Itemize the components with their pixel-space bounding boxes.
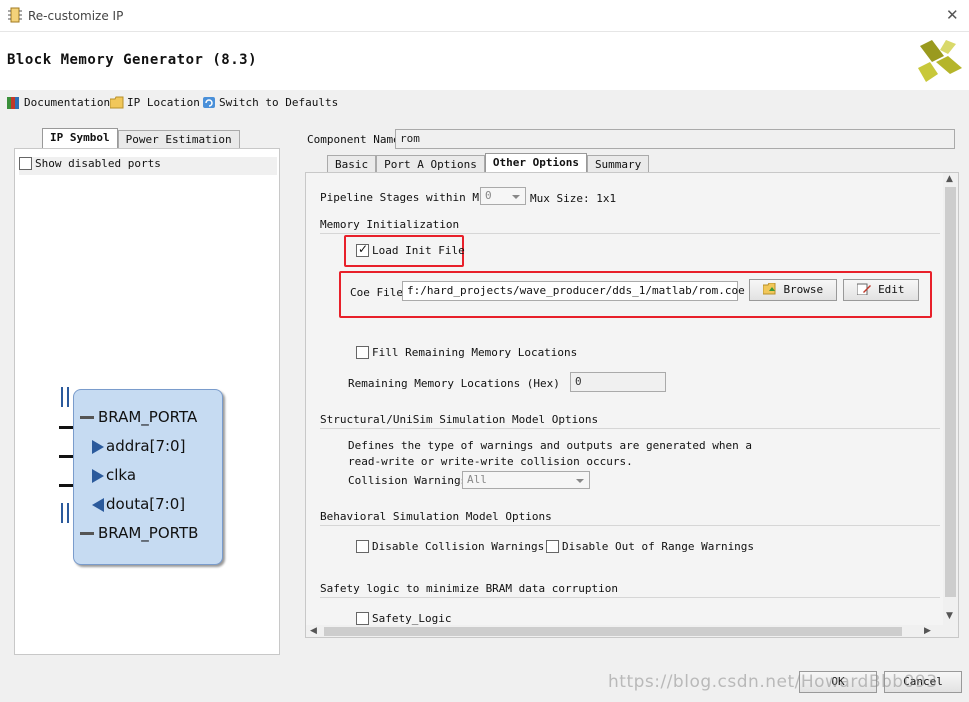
bram-symbol: BRAM_PORTA addra[7:0] clka douta[7:0] BR… bbox=[73, 389, 223, 565]
vertical-scroll-thumb[interactable] bbox=[945, 187, 956, 597]
structural-desc-line1: Defines the type of warnings and outputs… bbox=[348, 439, 752, 452]
load-init-checkbox[interactable] bbox=[356, 242, 369, 257]
options-pane: Pipeline Stages within Mux 0 Mux Size: 1… bbox=[305, 172, 959, 638]
switch-defaults-label: Switch to Defaults bbox=[219, 96, 339, 109]
refresh-icon bbox=[203, 97, 215, 108]
open-folder-icon bbox=[762, 282, 776, 295]
book-icon bbox=[7, 97, 19, 109]
horizontal-scroll-thumb[interactable] bbox=[324, 627, 902, 636]
safety-logic-checkbox[interactable] bbox=[356, 612, 369, 625]
collision-warnings-label: Collision Warnings bbox=[348, 474, 468, 487]
component-name-field[interactable]: rom bbox=[395, 129, 955, 149]
coe-file-label: Coe File bbox=[350, 286, 403, 299]
folder-icon bbox=[110, 96, 124, 109]
scroll-right-icon[interactable]: ▶ bbox=[924, 626, 931, 636]
tab-ip-symbol[interactable]: IP Symbol bbox=[42, 128, 118, 149]
pin-clka: clka bbox=[106, 466, 137, 484]
remaining-memory-field[interactable]: 0 bbox=[570, 372, 666, 392]
edit-icon bbox=[856, 283, 872, 296]
fill-remaining-checkbox[interactable] bbox=[356, 346, 369, 359]
switch-defaults-button[interactable]: Switch to Defaults bbox=[202, 96, 338, 109]
disable-oor-label: Disable Out of Range Warnings bbox=[562, 540, 755, 553]
portb-bus-marker bbox=[61, 503, 63, 523]
scroll-left-icon[interactable]: ◀ bbox=[310, 626, 317, 636]
browse-button[interactable]: Browse bbox=[749, 279, 837, 301]
ip-symbol-pane: Show disabled ports BRAM_PORTA addra[7:0… bbox=[14, 148, 280, 655]
close-icon[interactable]: ✕ bbox=[946, 6, 959, 24]
input-arrow-icon bbox=[92, 469, 104, 483]
behavioral-section: Behavioral Simulation Model Options bbox=[320, 510, 940, 526]
input-arrow-icon bbox=[92, 440, 104, 454]
header: Block Memory Generator (8.3) bbox=[0, 32, 969, 90]
scroll-down-icon[interactable]: ▼ bbox=[946, 611, 953, 621]
edit-button[interactable]: Edit bbox=[843, 279, 919, 301]
remaining-memory-label: Remaining Memory Locations (Hex) bbox=[348, 377, 560, 390]
watermark: https://blog.csdn.net/HowardBbb093 bbox=[608, 672, 938, 692]
show-disabled-label: Show disabled ports bbox=[35, 157, 161, 170]
porta-bus-marker bbox=[61, 387, 63, 407]
component-name-label: Component Name bbox=[307, 133, 400, 146]
load-init-label: Load Init File bbox=[372, 244, 465, 257]
horizontal-scrollbar[interactable]: ◀ ▶ bbox=[306, 625, 958, 637]
xilinx-logo-icon bbox=[918, 40, 962, 82]
output-arrow-icon bbox=[92, 498, 104, 512]
window-title: Re-customize IP bbox=[28, 9, 124, 23]
safety-logic-label: Safety_Logic bbox=[372, 612, 452, 625]
title-bar: Re-customize IP ✕ bbox=[0, 0, 969, 32]
ip-location-label: IP Location bbox=[127, 96, 200, 109]
ip-location-button[interactable]: IP Location bbox=[110, 96, 200, 109]
documentation-button[interactable]: Documentation bbox=[7, 96, 110, 109]
page-title: Block Memory Generator (8.3) bbox=[7, 52, 258, 68]
disable-oor-checkbox[interactable] bbox=[546, 540, 559, 553]
browse-label: Browse bbox=[783, 283, 824, 296]
documentation-label: Documentation bbox=[24, 96, 111, 109]
scroll-up-icon[interactable]: ▲ bbox=[946, 174, 953, 184]
pipeline-label: Pipeline Stages within Mux bbox=[320, 191, 493, 204]
edit-label: Edit bbox=[878, 283, 905, 296]
ip-icon bbox=[8, 7, 22, 23]
tab-other-options[interactable]: Other Options bbox=[484, 153, 587, 174]
left-panel: IP Symbol Power Estimation Show disabled… bbox=[14, 128, 280, 655]
pin-bram-portb: BRAM_PORTB bbox=[98, 524, 199, 542]
coe-file-input[interactable]: f:/hard_projects/wave_producer/dds_1/mat… bbox=[402, 281, 745, 301]
tab-power-estimation[interactable]: Power Estimation bbox=[117, 130, 240, 149]
toolbar: Documentation IP Location Switch to Defa… bbox=[0, 92, 969, 116]
structural-section: Structural/UniSim Simulation Model Optio… bbox=[320, 413, 941, 429]
memory-init-section: Memory Initialization bbox=[320, 218, 941, 234]
right-panel: Component Name rom Basic Port A Options … bbox=[305, 128, 965, 655]
fill-remaining-label: Fill Remaining Memory Locations bbox=[372, 346, 578, 359]
collision-warnings-select[interactable]: All bbox=[462, 471, 590, 489]
disable-collision-label: Disable Collision Warnings bbox=[372, 540, 545, 553]
pin-addra: addra[7:0] bbox=[106, 437, 186, 455]
structural-desc-line2: read-write or write-write collision occu… bbox=[348, 455, 633, 468]
safety-section: Safety logic to minimize BRAM data corru… bbox=[320, 582, 941, 598]
pin-bram-porta: BRAM_PORTA bbox=[98, 408, 198, 426]
mux-size-label: Mux Size: 1x1 bbox=[530, 192, 617, 205]
show-disabled-checkbox[interactable] bbox=[19, 157, 32, 170]
disable-collision-checkbox[interactable] bbox=[356, 540, 369, 553]
pipeline-select[interactable]: 0 bbox=[480, 187, 526, 205]
vertical-scrollbar[interactable]: ▲ ▼ bbox=[943, 173, 958, 625]
pin-douta: douta[7:0] bbox=[106, 495, 186, 513]
